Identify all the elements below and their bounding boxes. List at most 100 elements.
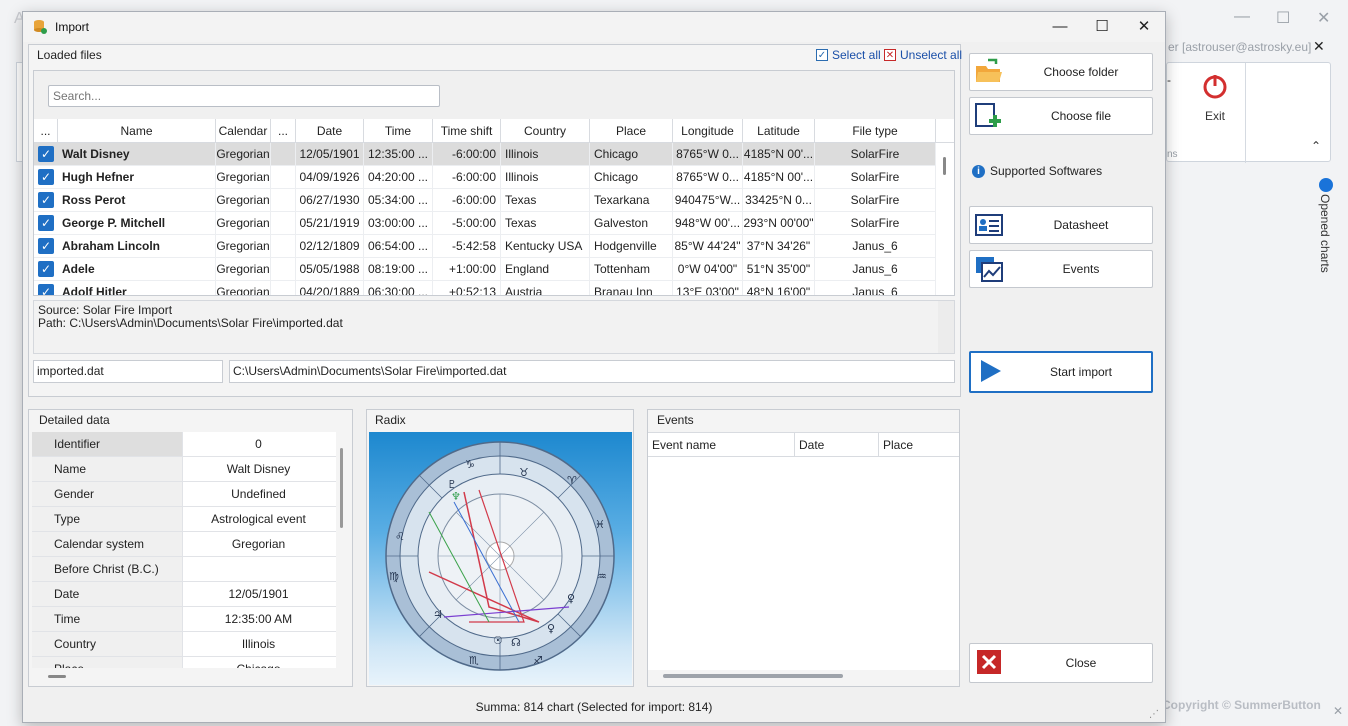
background-user-close-icon[interactable]: ✕ xyxy=(1313,38,1325,55)
row-checkbox[interactable]: ✓ xyxy=(38,146,54,162)
detail-row[interactable]: Date 12/05/1901 xyxy=(32,582,336,607)
horoscope-wheel-icon: ♑♉♈ ♌♓♍ ♒♏ ♐ ♇♆ ♃♀♀ ☉ ☊ xyxy=(385,441,615,671)
background-exit-button[interactable]: Exit xyxy=(1186,72,1244,132)
background-close-icon[interactable]: ✕ xyxy=(1317,8,1330,28)
background-bottom-close-icon[interactable]: ✕ xyxy=(1333,704,1343,718)
events-column-place[interactable]: Place xyxy=(879,433,959,457)
search-input[interactable] xyxy=(48,85,440,107)
events-button[interactable]: Events xyxy=(969,250,1153,288)
opened-charts-tab[interactable]: Opened charts xyxy=(1316,178,1336,278)
column-header-longitude[interactable]: Longitude xyxy=(673,119,743,143)
column-header-file-type[interactable]: File type xyxy=(815,119,936,143)
table-row[interactable]: ✓ Hugh Hefner Gregorian 04/09/1926 04:20:00 … xyxy=(34,166,936,189)
cell-time-shift: -6:00:00 xyxy=(433,143,501,166)
detail-row[interactable]: PlaceChicago xyxy=(32,657,336,668)
detail-label: Place xyxy=(32,657,183,668)
row-checkbox[interactable]: ✓ xyxy=(38,238,54,254)
column-header-extra[interactable]: ... xyxy=(271,119,296,143)
detailed-data-hscroll-thumb[interactable] xyxy=(48,675,66,678)
close-red-icon xyxy=(977,650,1001,674)
detail-row[interactable]: Country Illinois xyxy=(32,632,336,657)
file-name-field[interactable]: imported.dat xyxy=(33,360,223,383)
cell-place: Texarkana xyxy=(590,189,673,212)
events-column-date[interactable]: Date xyxy=(795,433,879,457)
column-header-name[interactable]: Name xyxy=(58,119,216,143)
detail-row[interactable]: Time 12:35:00 AM xyxy=(32,607,336,632)
source-info-scrollbar[interactable] xyxy=(938,301,954,353)
column-header-time[interactable]: Time xyxy=(364,119,433,143)
loaded-files-title: Loaded files xyxy=(37,48,102,62)
detail-label: Date xyxy=(32,582,183,606)
table-row[interactable]: ✓ Walt Disney Gregorian 12/05/1901 12:35:00 … xyxy=(34,143,936,166)
files-grid: ... Name Calendar ... Date Time Time shi… xyxy=(33,70,955,296)
detail-row[interactable]: Identifier 0 xyxy=(32,432,336,457)
table-row[interactable]: ✓ Abraham Lincoln Gregorian 02/12/1809 06:54… xyxy=(34,235,936,258)
grid-scroll-thumb[interactable] xyxy=(943,157,946,175)
select-all-link[interactable]: ✓ Select all xyxy=(816,48,881,62)
table-row[interactable]: ✓ Ross Perot Gregorian 06/27/1930 05:34:00 .… xyxy=(34,189,936,212)
maximize-button[interactable]: ☐ xyxy=(1081,12,1123,42)
detail-label: Type xyxy=(32,507,183,531)
detailed-data-hscrollbar[interactable] xyxy=(32,670,336,682)
cell-longitude: 948°W 00'... xyxy=(673,212,743,235)
cell-place: Branau Inn xyxy=(590,281,673,295)
file-path-field[interactable]: C:\Users\Admin\Documents\Solar Fire\impo… xyxy=(229,360,955,383)
close-button[interactable]: Close xyxy=(969,643,1153,683)
column-header-country[interactable]: Country xyxy=(501,119,590,143)
svg-text:♉: ♉ xyxy=(519,466,529,479)
background-ribbon-collapse-icon[interactable]: ⌃ xyxy=(1311,139,1321,153)
detail-row[interactable]: Calendar system Gregorian xyxy=(32,532,336,557)
cell-file-type: SolarFire xyxy=(815,143,936,166)
events-chart-icon xyxy=(976,257,1003,282)
grid-header: ... Name Calendar ... Date Time Time shi… xyxy=(34,119,954,143)
column-header-calendar[interactable]: Calendar xyxy=(216,119,271,143)
detail-row[interactable]: Gender Undefined xyxy=(32,482,336,507)
start-import-button[interactable]: Start import xyxy=(969,351,1153,393)
detail-row[interactable]: Type Astrological event xyxy=(32,507,336,532)
detailed-data-vscrollbar[interactable] xyxy=(337,432,347,668)
background-maximize-icon[interactable]: ☐ xyxy=(1276,8,1290,28)
column-header-time-shift[interactable]: Time shift xyxy=(433,119,501,143)
cell-place: Tottenham xyxy=(590,258,673,281)
summary-status: Summa: 814 chart (Selected for import: 8… xyxy=(475,700,713,714)
svg-text:♒: ♒ xyxy=(597,570,607,583)
choose-file-button[interactable]: Choose file xyxy=(969,97,1153,135)
table-row[interactable]: ✓ Adele Gregorian 05/05/1988 08:19:00 ... +1:… xyxy=(34,258,936,281)
column-header-place[interactable]: Place xyxy=(590,119,673,143)
detail-value: Undefined xyxy=(183,482,334,506)
datasheet-button[interactable]: Datasheet xyxy=(969,206,1153,244)
events-hscrollbar[interactable] xyxy=(663,674,843,678)
unselect-all-link[interactable]: ✕ Unselect all xyxy=(884,48,962,62)
play-icon xyxy=(981,360,1001,382)
detail-row[interactable]: Before Christ (B.C.) xyxy=(32,557,336,582)
exit-label: Exit xyxy=(1204,109,1225,123)
cell-place: Chicago xyxy=(590,166,673,189)
row-checkbox[interactable]: ✓ xyxy=(38,215,54,231)
column-header-date[interactable]: Date xyxy=(296,119,364,143)
detail-label: Identifier xyxy=(32,432,183,456)
svg-text:☉: ☉ xyxy=(493,634,503,647)
cell-longitude: 8765°W 0... xyxy=(673,143,743,166)
row-checkbox[interactable]: ✓ xyxy=(38,192,54,208)
close-window-button[interactable]: ✕ xyxy=(1123,12,1165,42)
row-checkbox[interactable]: ✓ xyxy=(38,261,54,277)
table-row[interactable]: ✓ George P. Mitchell Gregorian 05/21/1919 03… xyxy=(34,212,936,235)
grid-scrollbar[interactable] xyxy=(938,143,952,295)
detail-value xyxy=(183,557,334,581)
cell-calendar: Gregorian xyxy=(216,166,271,189)
detail-row[interactable]: Name Walt Disney xyxy=(32,457,336,482)
row-checkbox[interactable]: ✓ xyxy=(38,284,54,295)
row-checkbox[interactable]: ✓ xyxy=(38,169,54,185)
resize-grip-icon[interactable]: ⋰ xyxy=(1149,709,1159,720)
minimize-button[interactable]: — xyxy=(1039,12,1081,42)
background-minimize-icon[interactable]: — xyxy=(1234,8,1250,26)
unselect-all-label: Unselect all xyxy=(900,48,963,62)
choose-folder-button[interactable]: Choose folder xyxy=(969,53,1153,91)
detailed-data-vscroll-thumb[interactable] xyxy=(340,448,343,528)
cell-name: Adele xyxy=(58,258,216,281)
column-header-latitude[interactable]: Latitude xyxy=(743,119,815,143)
supported-softwares-link[interactable]: i Supported Softwares xyxy=(972,164,1102,178)
events-column-event-name[interactable]: Event name xyxy=(648,433,795,457)
column-header-select[interactable]: ... xyxy=(34,119,58,143)
table-row[interactable]: ✓ Adolf Hitler Gregorian 04/20/1889 06:30:00… xyxy=(34,281,936,295)
